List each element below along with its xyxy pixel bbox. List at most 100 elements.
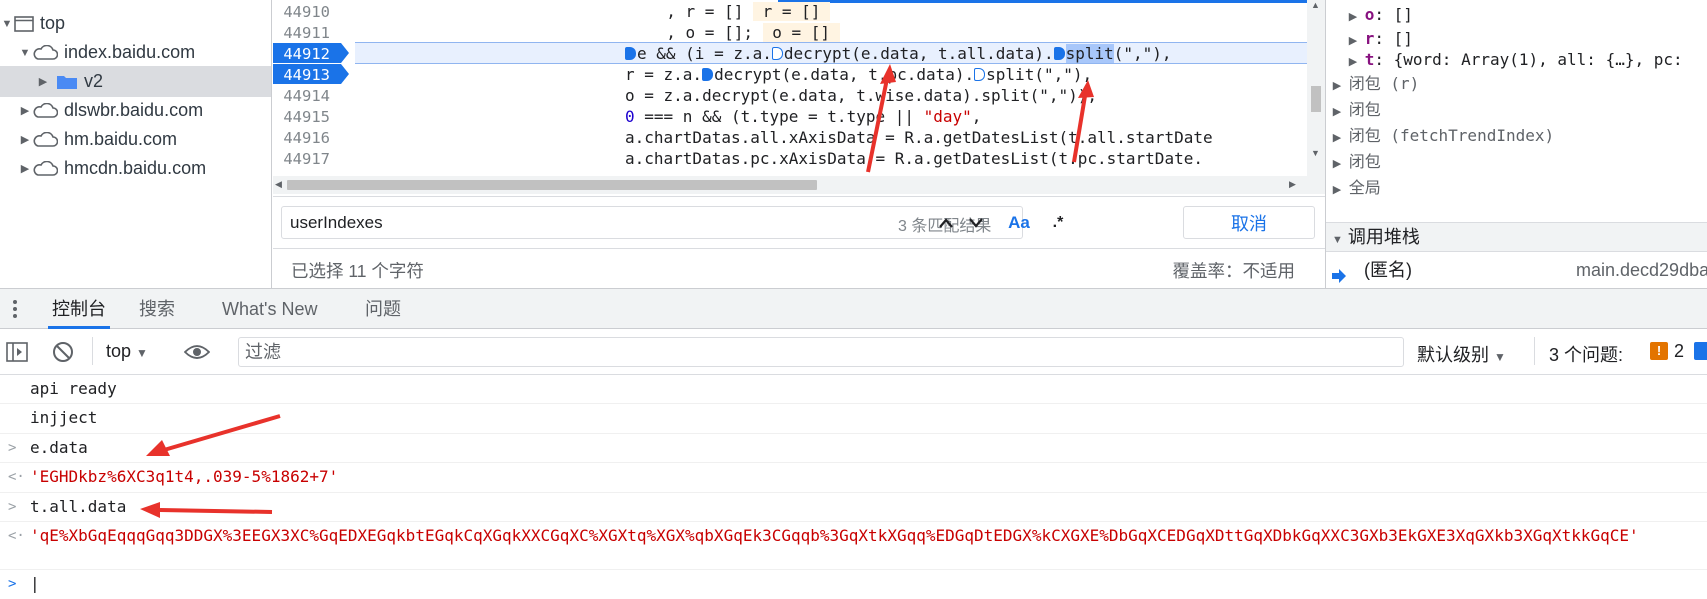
global-scope-row[interactable]: ▶ 全局 xyxy=(1326,175,1707,201)
chevron-up-icon xyxy=(939,217,953,228)
toolbar-divider xyxy=(92,337,93,365)
filter-input[interactable]: 过滤 xyxy=(238,337,1404,367)
tab-whats-new[interactable]: What's New xyxy=(222,289,317,329)
continue-marker-icon[interactable] xyxy=(625,47,636,60)
console-result-message: <· 'EGHDkbz%6XC3q1t4,.039-5%1862+7' xyxy=(0,463,1707,493)
code-text: decrypt(e.data, t.all.data). xyxy=(783,44,1054,63)
variable-value: : [] xyxy=(1374,29,1413,48)
code-area[interactable]: , r = [] r = [] , o = []; o = [] e && (i… xyxy=(355,0,1315,176)
prompt-caret[interactable]: | xyxy=(30,574,40,594)
line-number[interactable]: 44910 xyxy=(273,1,345,23)
scope-variable-t[interactable]: ▶ t: {word: Array(1), all: {…}, pc: xyxy=(1326,47,1707,73)
live-expression-eye-icon[interactable] xyxy=(183,343,211,364)
horizontal-scrollbar[interactable]: ◀ ▶ xyxy=(273,176,1325,194)
frame-location[interactable]: main.decd29dba xyxy=(1576,255,1707,285)
collapsed-triangle-icon[interactable]: ▶ xyxy=(1330,99,1344,125)
tab-search[interactable]: 搜索 xyxy=(139,289,175,329)
closure-row[interactable]: ▶ 闭包 xyxy=(1326,149,1707,175)
cloud-icon xyxy=(32,160,58,177)
closure-row[interactable]: ▶ 闭包 (r) xyxy=(1326,71,1707,97)
tree-item-dlswbr[interactable]: ▶ dlswbr.baidu.com xyxy=(0,95,271,126)
collapsed-triangle-icon[interactable]: ▶ xyxy=(1330,151,1344,177)
input-chevron-icon: > xyxy=(8,440,17,456)
scroll-down-icon[interactable]: ▼ xyxy=(1311,148,1320,158)
code-line: r = z.a. decrypt(e.data, t.pc.data). split… xyxy=(355,64,1315,86)
scroll-up-icon[interactable]: ▲ xyxy=(1311,0,1320,10)
expanded-triangle-icon[interactable]: ▼ xyxy=(18,47,32,59)
match-case-toggle[interactable]: Aa xyxy=(1003,206,1035,239)
vertical-scrollbar[interactable]: ▲ ▼ xyxy=(1307,0,1325,176)
line-number[interactable]: 44916 xyxy=(273,127,345,149)
collapsed-triangle-icon[interactable]: ▶ xyxy=(1330,125,1344,151)
tree-item-top[interactable]: ▼ top xyxy=(0,8,271,39)
collapsed-triangle-icon[interactable]: ▶ xyxy=(18,133,32,146)
step-marker-icon[interactable] xyxy=(702,68,714,81)
drawer-tab-bar: 控制台 搜索 What's New 问题 xyxy=(0,288,1707,329)
closure-row[interactable]: ▶ 闭包 xyxy=(1326,97,1707,123)
context-selector[interactable]: top ▼ xyxy=(106,341,148,362)
collapsed-triangle-icon[interactable]: ▶ xyxy=(18,104,32,117)
dropdown-caret-icon: ▼ xyxy=(1494,350,1506,364)
log-level-dropdown[interactable]: 默认级别 ▼ xyxy=(1417,341,1506,367)
step-marker-icon[interactable] xyxy=(974,68,986,81)
result-text[interactable]: 'EGHDkbz%6XC3q1t4,.039-5%1862+7' xyxy=(30,467,338,487)
issues-counter[interactable]: 3 个问题: xyxy=(1549,341,1623,367)
line-number[interactable]: 44912 xyxy=(273,43,345,65)
code-text: , xyxy=(971,107,982,126)
selection-status: 已选择 11 个字符 xyxy=(291,261,424,281)
cancel-button[interactable]: 取消 xyxy=(1183,206,1315,239)
step-marker-icon[interactable] xyxy=(1053,47,1065,60)
line-gutter: 44910 44911 44912 44913 44914 44915 4491… xyxy=(273,0,349,176)
closure-label: 全局 xyxy=(1348,178,1381,197)
collapsed-triangle-icon[interactable]: ▶ xyxy=(1330,177,1344,203)
console-messages[interactable]: api ready injject > e.data <· 'EGHDkbz%6… xyxy=(0,375,1707,599)
source-editor[interactable]: 44910 44911 44912 44913 44914 44915 4491… xyxy=(273,0,1325,194)
code-text: r = z.a. xyxy=(625,65,703,84)
line-number[interactable]: 44917 xyxy=(273,148,345,170)
current-frame-arrow-icon xyxy=(1332,262,1346,288)
tree-item-index-baidu[interactable]: ▼ index.baidu.com xyxy=(0,37,271,68)
tree-item-hmcdn[interactable]: ▶ hmcdn.baidu.com xyxy=(0,153,271,184)
call-stack-frame[interactable]: (匿名) main.decd29dba xyxy=(1326,255,1707,285)
regex-toggle[interactable]: .* xyxy=(1043,206,1073,239)
sidebar-toggle-icon[interactable] xyxy=(6,342,28,365)
next-match-button[interactable] xyxy=(961,206,991,239)
variable-name: o xyxy=(1364,5,1375,24)
closure-label: 闭包 (r) xyxy=(1348,74,1420,93)
log-text: injject xyxy=(30,408,98,427)
clear-console-icon[interactable] xyxy=(52,341,74,366)
collapsed-triangle-icon[interactable]: ▶ xyxy=(1330,73,1344,99)
scope-variable-o[interactable]: ▶ o: [] xyxy=(1326,2,1707,28)
line-number[interactable]: 44911 xyxy=(273,22,345,44)
scroll-thumb[interactable] xyxy=(1311,86,1321,112)
console-log-message: api ready xyxy=(0,375,1707,404)
collapsed-triangle-icon[interactable]: ▶ xyxy=(18,162,32,175)
tree-item-label: top xyxy=(40,13,66,33)
closure-row[interactable]: ▶ 闭包 (fetchTrendIndex) xyxy=(1326,123,1707,149)
variable-name: t xyxy=(1364,50,1375,69)
tree-item-v2[interactable]: ▶ v2 xyxy=(0,66,271,97)
find-bar: userIndexes 3 条匹配结果 Aa .* 取消 xyxy=(273,196,1325,248)
call-stack-header[interactable]: ▼ 调用堆栈 xyxy=(1326,222,1707,252)
expanded-triangle-icon[interactable]: ▼ xyxy=(0,18,14,30)
line-number[interactable]: 44913 xyxy=(273,64,345,86)
line-number[interactable]: 44914 xyxy=(273,85,345,107)
collapsed-triangle-icon[interactable]: ▶ xyxy=(36,75,50,88)
scroll-right-icon[interactable]: ▶ xyxy=(1289,179,1296,190)
tree-item-hm[interactable]: ▶ hm.baidu.com xyxy=(0,124,271,155)
line-number[interactable]: 44915 xyxy=(273,106,345,128)
log-text: api ready xyxy=(30,379,117,398)
previous-match-button[interactable] xyxy=(931,206,961,239)
editor-status-bar: 已选择 11 个字符 覆盖率：不适用 xyxy=(273,248,1325,288)
result-text[interactable]: 'qE%XbGqEqqqGqq3DDGX%3EEGX3XC%GqEDXEGqkb… xyxy=(30,526,1707,546)
tab-console[interactable]: 控制台 xyxy=(48,289,110,329)
code-text: , r = [] xyxy=(647,2,753,21)
console-prompt[interactable]: > | xyxy=(0,570,1707,599)
more-tabs-icon[interactable] xyxy=(12,299,18,322)
scroll-left-icon[interactable]: ◀ xyxy=(275,179,282,190)
scroll-thumb[interactable] xyxy=(287,180,817,190)
tab-issues[interactable]: 问题 xyxy=(365,289,401,329)
step-marker-icon[interactable] xyxy=(771,47,783,60)
inline-value: o = [] xyxy=(762,23,840,42)
variable-value: : [] xyxy=(1374,5,1413,24)
